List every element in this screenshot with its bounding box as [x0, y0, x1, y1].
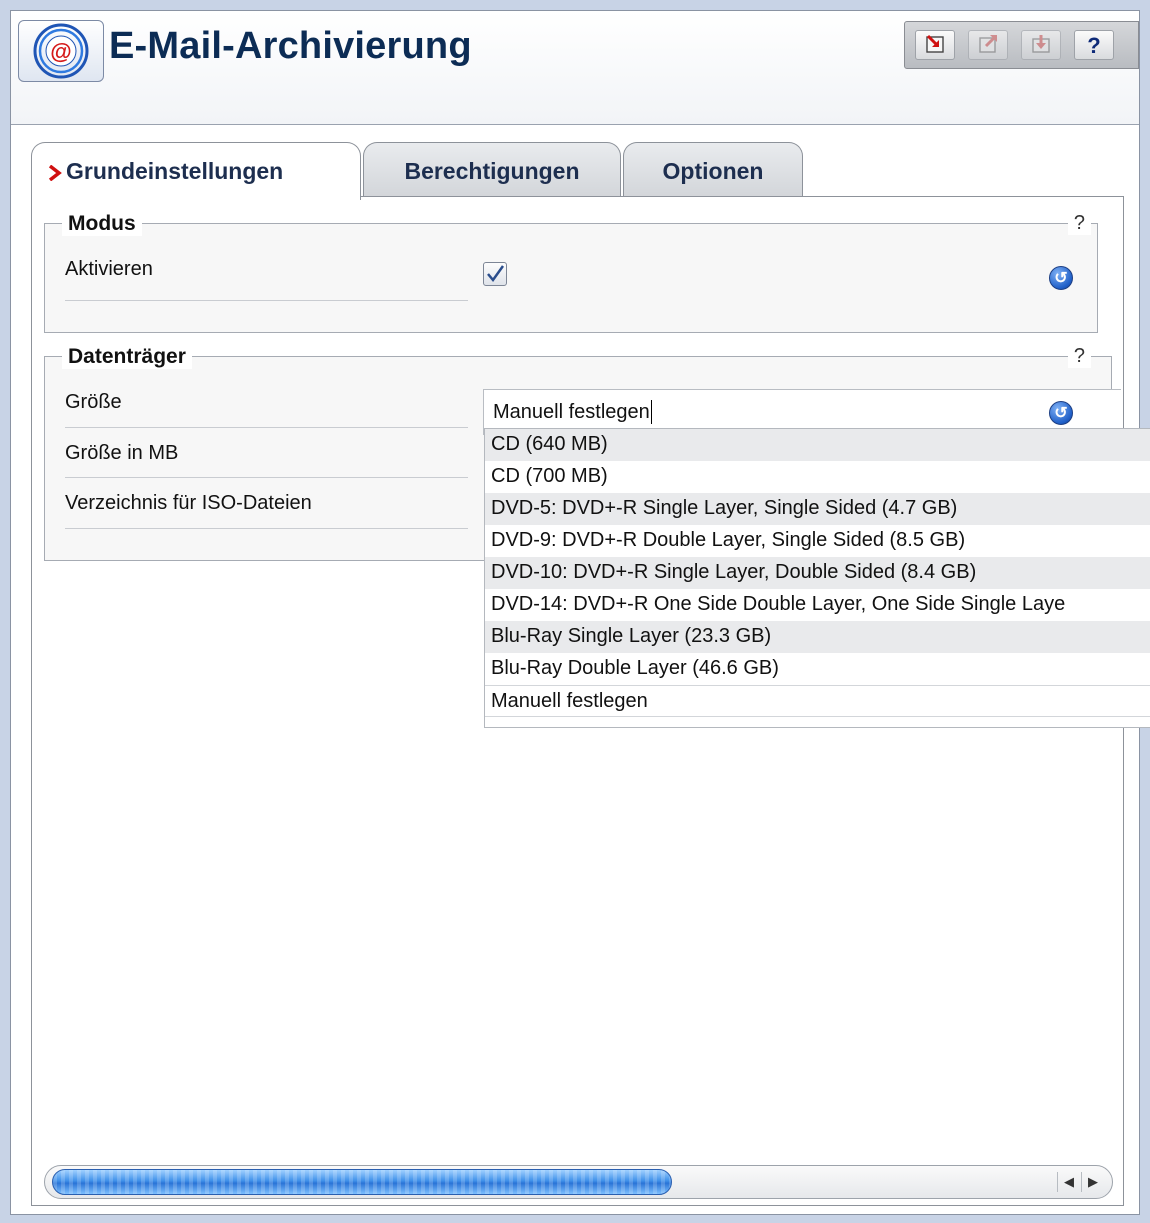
group-title: Modus	[62, 212, 142, 236]
scrollbar-thumb[interactable]	[52, 1169, 672, 1195]
svg-text:@: @	[50, 39, 71, 64]
tab-label: Berechtigungen	[404, 158, 580, 184]
row-divider	[65, 427, 468, 428]
iso-dir-label: Verzeichnis für ISO-Dateien	[65, 492, 312, 514]
tab-optionen[interactable]: Optionen	[623, 142, 803, 196]
export-icon	[979, 34, 998, 53]
reset-default-icon[interactable]: ↺	[1049, 266, 1073, 290]
dropdown-option[interactable]: CD (640 MB)	[485, 429, 1150, 461]
download-icon	[1032, 35, 1050, 53]
app-window: @ E-Mail-Archivierung ? Grundeinstellung…	[10, 10, 1150, 1215]
tab-grundeinstellungen[interactable]: Grundeinstellungen	[31, 142, 361, 200]
window-toolbar: ?	[904, 21, 1139, 69]
email-archive-logo-icon: @	[18, 20, 104, 82]
mode-group: Modus ? Aktivieren ↺	[44, 212, 1098, 333]
horizontal-scrollbar[interactable]: ◀ ▶	[44, 1165, 1113, 1199]
window-header: @ E-Mail-Archivierung ?	[11, 11, 1139, 125]
help-button[interactable]: ?	[1074, 30, 1114, 60]
group-title: Datenträger	[62, 345, 192, 369]
reset-default-icon[interactable]: ↺	[1049, 401, 1073, 425]
tab-berechtigungen[interactable]: Berechtigungen	[363, 142, 621, 196]
export-button[interactable]	[968, 30, 1008, 60]
size-label: Größe	[65, 391, 122, 413]
dropdown-option[interactable]: CD (700 MB)	[485, 461, 1150, 493]
dropdown-option[interactable]: Manuell festlegen	[485, 685, 1150, 717]
dropdown-option[interactable]: Blu-Ray Single Layer (23.3 GB)	[485, 621, 1150, 653]
row-divider	[65, 528, 468, 529]
import-icon	[926, 34, 944, 53]
scroll-left-icon[interactable]: ◀	[1057, 1172, 1080, 1192]
dropdown-option[interactable]: Blu-Ray Double Layer (46.6 GB)	[485, 653, 1150, 685]
dropdown-option[interactable]: DVD-10: DVD+-R Single Layer, Double Side…	[485, 557, 1150, 589]
checkmark-icon	[487, 265, 505, 283]
row-divider	[65, 477, 468, 478]
download-button[interactable]	[1021, 30, 1061, 60]
size-mb-label: Größe in MB	[65, 442, 179, 464]
text-caret	[651, 400, 652, 424]
page-title: E-Mail-Archivierung	[109, 25, 472, 67]
group-help-icon[interactable]: ?	[1067, 345, 1091, 368]
activate-label: Aktivieren	[65, 258, 153, 280]
row-divider	[65, 300, 468, 301]
help-icon: ?	[1087, 33, 1101, 58]
size-dropdown-list: CD (640 MB) CD (700 MB) DVD-5: DVD+-R Si…	[484, 428, 1150, 728]
activate-checkbox[interactable]	[483, 262, 507, 286]
group-help-icon[interactable]: ?	[1067, 212, 1091, 235]
size-combobox-value[interactable]: Manuell festlegen	[493, 401, 650, 424]
tab-label: Grundeinstellungen	[66, 158, 284, 184]
scroll-right-icon[interactable]: ▶	[1081, 1172, 1104, 1192]
tab-label: Optionen	[662, 158, 764, 184]
active-tab-arrow-icon	[48, 165, 62, 181]
import-button[interactable]	[915, 30, 955, 60]
dropdown-option[interactable]: DVD-9: DVD+-R Double Layer, Single Sided…	[485, 525, 1150, 557]
dropdown-option[interactable]: DVD-5: DVD+-R Single Layer, Single Sided…	[485, 493, 1150, 525]
dropdown-option[interactable]: DVD-14: DVD+-R One Side Double Layer, On…	[485, 589, 1150, 621]
